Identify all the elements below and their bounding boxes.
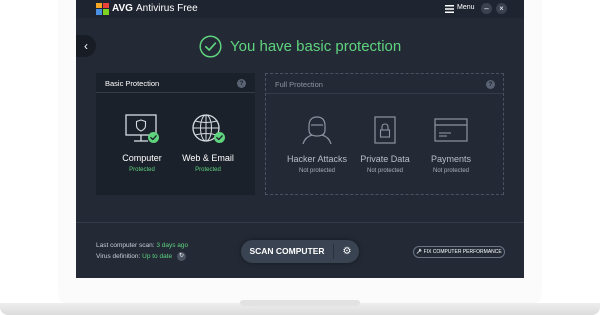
wrench-icon — [416, 248, 422, 254]
fix-performance-button[interactable]: FIX COMPUTER PERFORMANCE — [413, 246, 505, 258]
brand-name: AVG — [112, 3, 133, 14]
virus-definition-value: Up to date — [142, 253, 173, 261]
payments-item[interactable]: Payments Not protected — [415, 114, 487, 174]
full-protection-panel: Full Protection ? Hacker Attacks Not pro… — [265, 73, 504, 195]
hacker-attacks-item[interactable]: Hacker Attacks Not protected — [281, 114, 353, 174]
item-name: Private Data — [360, 154, 410, 164]
panel-title: Basic Protection — [105, 79, 160, 88]
item-name: Payments — [430, 154, 472, 164]
panel-divider — [266, 93, 503, 94]
credit-card-icon — [434, 118, 468, 142]
monitor-shield-icon — [125, 114, 159, 143]
lock-icon — [374, 116, 396, 144]
footer-divider — [76, 222, 524, 223]
virus-definition-info: Virus definition: Up to date ↻ — [96, 252, 186, 261]
close-button[interactable]: × — [496, 3, 507, 14]
web-email-protection-item[interactable]: Web & Email Protected — [172, 113, 244, 173]
computer-protection-item[interactable]: Computer Protected — [106, 113, 178, 173]
item-status: Not protected — [298, 168, 336, 174]
help-icon[interactable]: ? — [237, 79, 246, 88]
hamburger-menu-icon[interactable] — [445, 5, 454, 13]
item-status: Protected — [195, 167, 221, 173]
private-data-item[interactable]: Private Data Not protected — [349, 114, 421, 174]
item-name: Hacker Attacks — [286, 154, 348, 164]
globe-icon — [192, 114, 225, 143]
back-button[interactable]: ‹ — [76, 35, 96, 57]
virus-definition-label: Virus definition: — [96, 253, 141, 261]
item-status: Not protected — [366, 168, 404, 174]
hacker-icon — [302, 116, 332, 145]
refresh-icon[interactable]: ↻ — [176, 252, 186, 261]
panel-title: Full Protection — [275, 80, 323, 89]
item-status: Protected — [129, 167, 155, 173]
check-circle-icon — [199, 35, 222, 58]
last-scan-label: Last computer scan: — [96, 242, 155, 249]
avg-logo-icon — [96, 3, 109, 15]
scan-computer-label[interactable]: SCAN COMPUTER — [241, 240, 333, 263]
item-status: Not protected — [432, 168, 470, 174]
fix-performance-label[interactable]: FIX COMPUTER PERFORMANCE — [424, 249, 502, 255]
last-scan-value[interactable]: 3 days ago — [156, 242, 188, 249]
title-bar: AVG Antivirus Free Menu – × — [76, 0, 524, 18]
menu-label[interactable]: Menu — [457, 4, 475, 11]
settings-gear-icon[interactable]: ⚙ — [337, 240, 357, 263]
scan-computer-button[interactable]: SCAN COMPUTER ⚙ — [241, 240, 359, 263]
item-name: Computer — [122, 153, 162, 163]
protection-status-text: You have basic protection — [230, 38, 402, 55]
scan-button-separator — [333, 244, 334, 259]
minimize-button[interactable]: – — [481, 3, 492, 14]
device-notch — [240, 300, 360, 306]
item-name: Web & Email — [182, 153, 234, 163]
product-name: Antivirus Free — [136, 3, 198, 14]
panel-divider — [96, 92, 255, 93]
help-icon[interactable]: ? — [486, 80, 495, 89]
last-scan-info: Last computer scan: 3 days ago — [96, 242, 188, 249]
app-window: AVG Antivirus Free Menu – × ‹ You have b… — [76, 0, 524, 278]
basic-protection-panel: Basic Protection ? Computer Protected We… — [96, 73, 255, 195]
